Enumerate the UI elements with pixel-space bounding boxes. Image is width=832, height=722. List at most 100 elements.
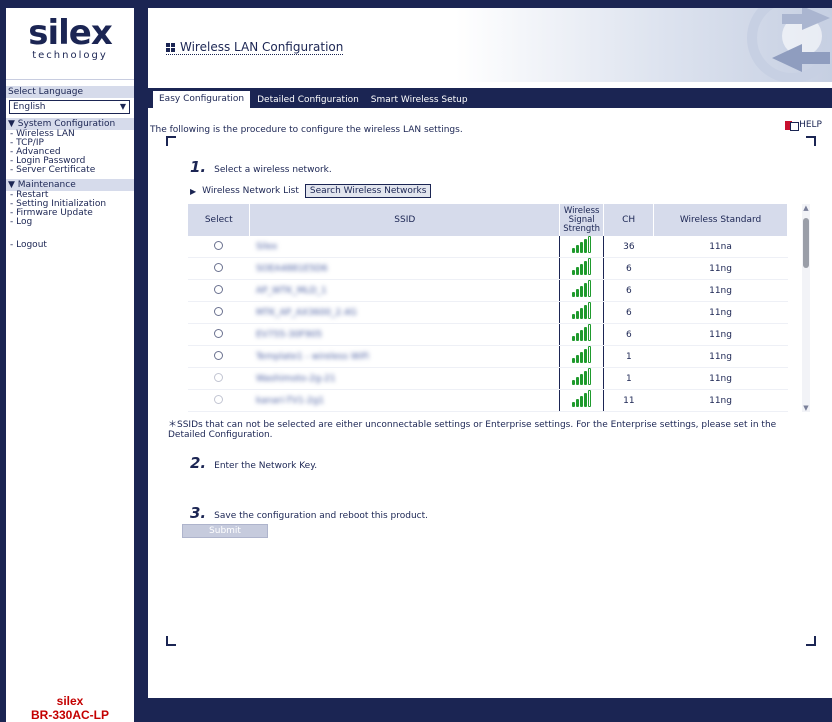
signal-bar [576, 267, 580, 275]
header-select: Select [188, 204, 251, 236]
select-cell [188, 367, 250, 390]
network-radio[interactable] [214, 262, 224, 272]
standard-cell: 11ng [653, 323, 788, 346]
signal-bar [572, 336, 576, 341]
table-row[interactable]: MTK_AP_AX3600_2.4G 6 11ng [188, 301, 788, 324]
step-3-number: 3. [190, 504, 207, 522]
logout-block: - Logout [6, 241, 134, 250]
table-row[interactable]: SOEA4881E5D6 6 11ng [188, 257, 788, 280]
silex-logo: silex technology [6, 8, 134, 80]
frame-corner-tr [806, 136, 816, 146]
select-cell [188, 323, 250, 346]
signal-bar [572, 314, 576, 319]
signal-cell [559, 257, 605, 280]
channel-cell: 6 [603, 323, 654, 346]
table-row: kanari-TV1-2g-xxxxxx 1111ng [188, 411, 788, 412]
signal-bar [588, 302, 592, 319]
logo-subtitle: technology [32, 50, 108, 61]
signal-strength-icon [572, 258, 592, 275]
table-row[interactable]: AP_WTK_MLD_1 6 11ng [188, 279, 788, 302]
signal-bar [584, 393, 588, 407]
help-link[interactable]: HELP [785, 120, 822, 131]
ssid-cell: kanari-TV1-2g-xxxxxx [249, 411, 560, 412]
ssid-text: MTK_AP_AX3600_2.4G [255, 307, 357, 318]
ssid-text: Template1 - wireless WiFi [255, 351, 370, 362]
scroll-down-icon[interactable]: ▼ [802, 404, 810, 412]
header-signal: Wireless Signal Strength [559, 204, 605, 236]
select-cell [188, 279, 250, 302]
ssid-text: Washimoto-2g-21 [255, 373, 336, 384]
grid-icon [166, 43, 175, 52]
configuration-frame: 1. Select a wireless network. ▶ Wireless… [166, 136, 816, 646]
frame-corner-bl [166, 636, 176, 646]
signal-bar [576, 355, 580, 363]
network-table: Select SSID Wireless Signal Strength CH … [188, 204, 788, 412]
table-row[interactable]: Silex 36 11na [188, 236, 788, 258]
standard-cell: 11ng [653, 411, 788, 412]
channel-cell: 6 [603, 257, 654, 280]
network-radio[interactable] [214, 328, 224, 338]
channel-cell: 36 [603, 236, 654, 258]
signal-bar [584, 371, 588, 385]
nav-server-certificate[interactable]: - Server Certificate [10, 166, 130, 175]
language-select[interactable]: English ▼ [9, 100, 130, 114]
network-radio[interactable] [214, 350, 224, 360]
ssid-text: Silex [255, 241, 278, 252]
signal-bar [588, 258, 592, 275]
sidebar: silex technology Select Language English… [6, 8, 134, 722]
signal-bar [580, 242, 584, 253]
signal-bar [584, 327, 588, 341]
nav-log[interactable]: - Log [10, 218, 130, 227]
signal-strength-icon [572, 390, 592, 407]
step-1-number: 1. [190, 158, 207, 176]
signal-bar [576, 399, 580, 407]
signal-bar [580, 396, 584, 407]
network-table-container[interactable]: Select SSID Wireless Signal Strength CH … [188, 204, 814, 412]
signal-bar [584, 239, 588, 253]
signal-strength-icon [572, 302, 592, 319]
step-2-text: Enter the Network Key. [214, 461, 318, 471]
signal-bar [584, 261, 588, 275]
signal-bar [576, 289, 580, 297]
standard-cell: 11ng [653, 345, 788, 368]
signal-strength-icon [572, 346, 592, 363]
scroll-thumb[interactable] [803, 218, 809, 268]
submit-button[interactable]: Submit [182, 524, 268, 538]
table-row: kanari-TV1-2g1 11 11ng [188, 389, 788, 412]
tab-bar: Easy Configuration Detailed Configuratio… [148, 88, 832, 108]
ssid-text: AP_WTK_MLD_1 [255, 285, 327, 296]
signal-bar [580, 308, 584, 319]
network-radio[interactable] [214, 240, 224, 250]
signal-bar [588, 280, 592, 297]
table-row[interactable]: Template1 - wireless WiFi 1 11ng [188, 345, 788, 368]
header-arrows-decoration [747, 8, 832, 82]
step-1: 1. Select a wireless network. [190, 158, 332, 176]
standard-cell: 11na [653, 236, 788, 258]
step-2-number: 2. [190, 454, 207, 472]
table-row[interactable]: EV755-30F905 6 11ng [188, 323, 788, 346]
tab-smart-wireless-setup[interactable]: Smart Wireless Setup [365, 92, 474, 108]
ssid-text: EV755-30F905 [255, 329, 323, 340]
scroll-up-icon[interactable]: ▲ [802, 204, 810, 212]
ssid-cell: AP_WTK_MLD_1 [249, 279, 560, 302]
table-scrollbar[interactable]: ▲ ▼ [802, 204, 810, 412]
network-radio[interactable] [214, 284, 224, 294]
frame-corner-tl [166, 136, 176, 146]
network-radio[interactable] [214, 306, 224, 316]
tab-detailed-configuration[interactable]: Detailed Configuration [251, 92, 365, 108]
tab-easy-configuration[interactable]: Easy Configuration [152, 90, 252, 108]
header-ch: CH [603, 204, 655, 236]
search-networks-button[interactable]: Search Wireless Networks [304, 184, 432, 198]
header-ssid: SSID [249, 204, 561, 236]
signal-bar [580, 374, 584, 385]
signal-cell [559, 345, 605, 368]
signal-cell [559, 323, 605, 346]
signal-bar [572, 248, 576, 253]
nav-logout[interactable]: - Logout [10, 241, 130, 250]
logo-wordmark: silex [28, 13, 113, 53]
signal-bar [584, 349, 588, 363]
main-panel: Wireless LAN Configuration Easy Configur… [148, 8, 832, 698]
triangle-right-icon: ▶ [190, 186, 197, 196]
language-section-label: Select Language [6, 86, 134, 98]
ssid-text: SOEA4881E5D6 [255, 263, 328, 274]
